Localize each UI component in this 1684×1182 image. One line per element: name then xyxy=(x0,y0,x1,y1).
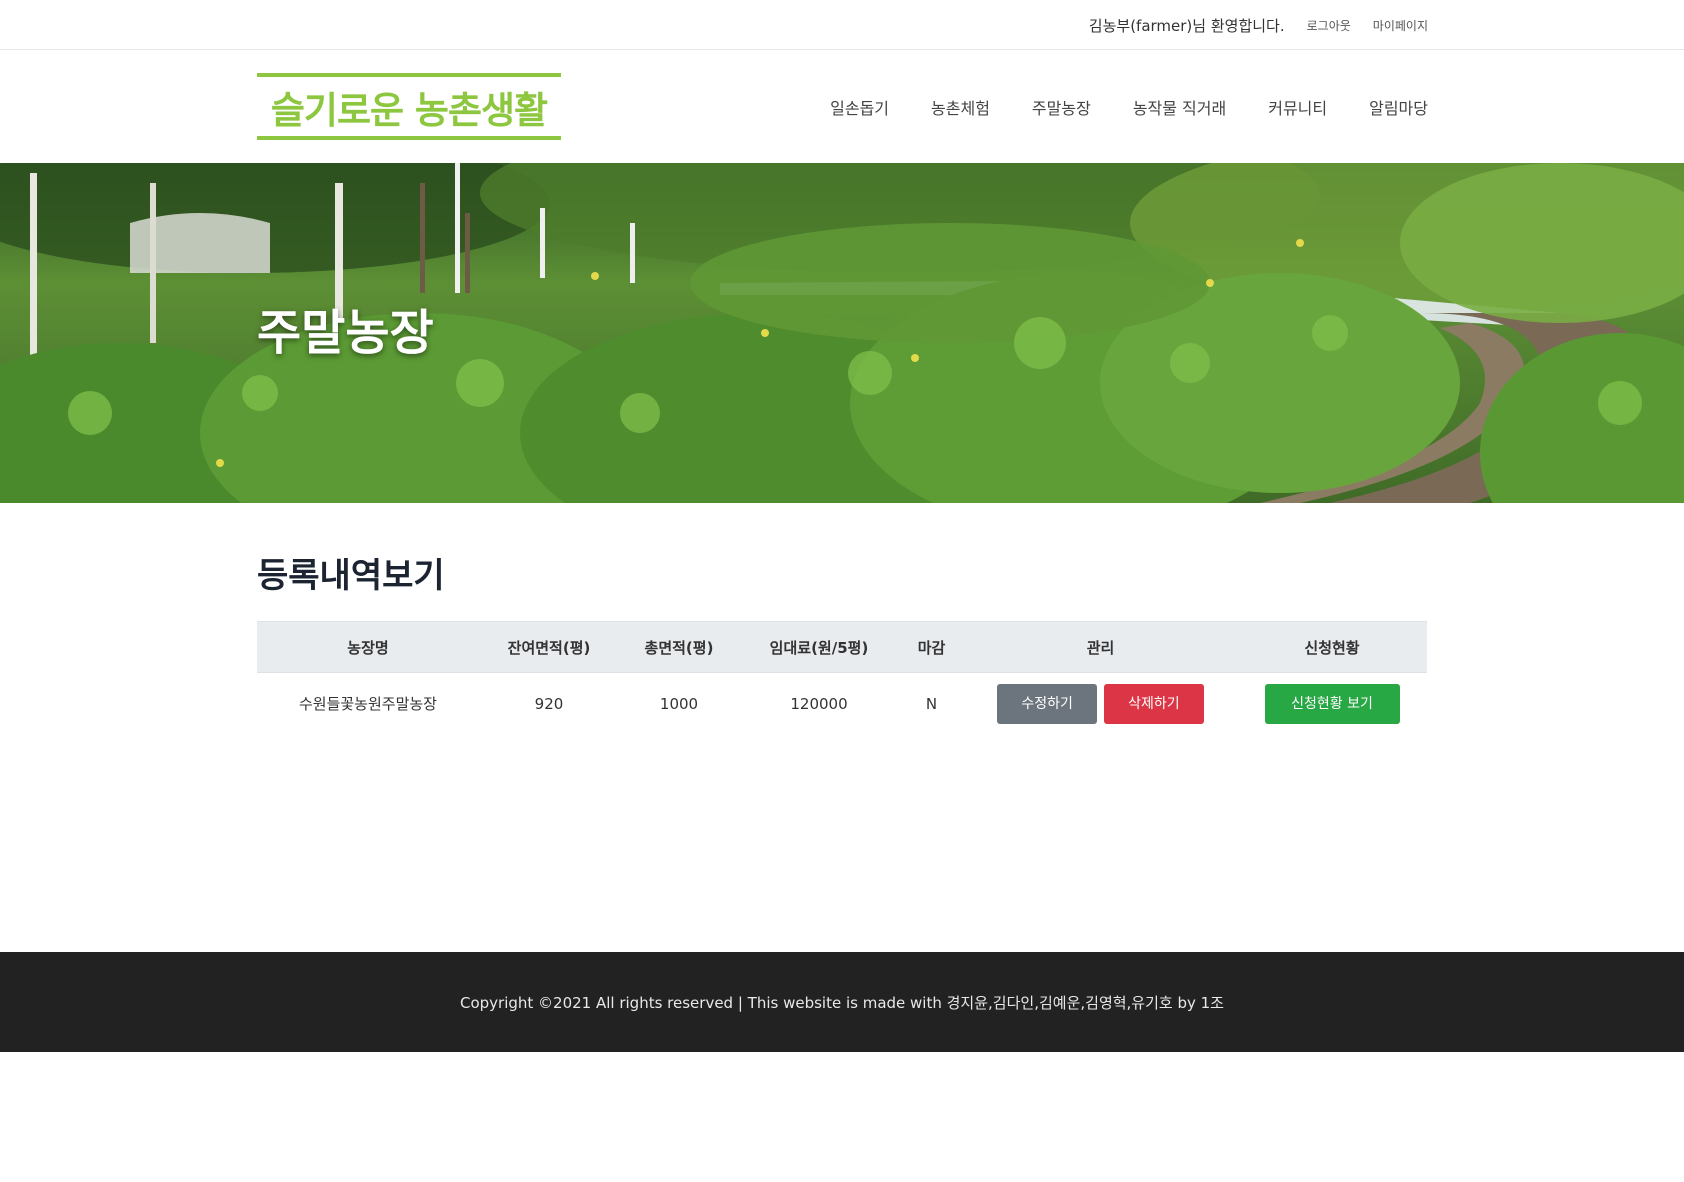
column-header-application-status: 신청현황 xyxy=(1237,621,1427,673)
welcome-message: 김농부(farmer)님 환영합니다. xyxy=(1088,16,1285,35)
manage-cell: 수정하기 삭제하기 xyxy=(964,673,1237,735)
column-header-remaining-area: 잔여면적(평) xyxy=(479,621,619,673)
rent-cell: 120000 xyxy=(790,694,848,713)
top-utility-links: 김농부(farmer)님 환영합니다. 로그아웃 마이페이지 xyxy=(1089,0,1428,50)
column-header-total-area: 총면적(평) xyxy=(619,621,739,673)
column-header-rent: 임대료(원/5평) xyxy=(739,621,899,673)
delete-button[interactable]: 삭제하기 xyxy=(1103,683,1204,724)
nav-item-weekend-farm[interactable]: 주말농장 xyxy=(1032,95,1091,119)
registration-table: 농장명 잔여면적(평) 총면적(평) 임대료(원/5평) 마감 관리 신청현황 … xyxy=(257,621,1427,735)
page-title: 등록내역보기 xyxy=(257,556,445,596)
main-nav: 일손돕기 농촌체험 주말농장 농작물 직거래 커뮤니티 알림마당 xyxy=(830,50,1428,163)
nav-item-rural-experience[interactable]: 농촌체험 xyxy=(931,95,990,119)
site-header: 슬기로운 농촌생활 일손돕기 농촌체험 주말농장 농작물 직거래 커뮤니티 알림… xyxy=(0,50,1684,163)
table-row: 수원들꽃농원주말농장 920 1000 120000 N 수정하기 삭제하기 신… xyxy=(257,673,1427,735)
site-logo[interactable]: 슬기로운 농촌생활 xyxy=(257,73,561,140)
nav-item-work-help[interactable]: 일손돕기 xyxy=(830,95,889,119)
mypage-link[interactable]: 마이페이지 xyxy=(1373,17,1428,34)
site-footer: Copyright ©2021 All rights reserved | Th… xyxy=(0,952,1684,1052)
edit-button[interactable]: 수정하기 xyxy=(997,683,1098,724)
column-header-closed: 마감 xyxy=(899,621,964,673)
hero-farm-image xyxy=(0,163,1684,503)
total-area-cell: 1000 xyxy=(659,694,699,713)
nav-item-direct-trade[interactable]: 농작물 직거래 xyxy=(1133,95,1226,119)
farm-name-cell: 수원들꽃농원주말농장 xyxy=(298,695,437,714)
hero-title: 주말농장 xyxy=(257,305,434,361)
closed-cell: N xyxy=(925,694,938,713)
column-header-manage: 관리 xyxy=(964,621,1237,673)
nav-item-community[interactable]: 커뮤니티 xyxy=(1268,95,1327,119)
table-header-row: 농장명 잔여면적(평) 총면적(평) 임대료(원/5평) 마감 관리 신청현황 xyxy=(257,621,1427,673)
column-header-farm-name: 농장명 xyxy=(257,621,479,673)
top-utility-bar: 김농부(farmer)님 환영합니다. 로그아웃 마이페이지 xyxy=(0,0,1684,50)
remaining-area-cell: 920 xyxy=(534,694,564,713)
application-status-cell: 신청현황 보기 xyxy=(1237,673,1427,735)
logout-link[interactable]: 로그아웃 xyxy=(1307,17,1351,34)
site-logo-text: 슬기로운 농촌생활 xyxy=(270,88,548,132)
nav-item-notices[interactable]: 알림마당 xyxy=(1369,95,1428,119)
view-application-status-button[interactable]: 신청현황 보기 xyxy=(1264,683,1400,724)
hero-banner: 주말농장 xyxy=(0,163,1684,503)
footer-copyright: Copyright ©2021 All rights reserved | Th… xyxy=(459,993,1224,1012)
